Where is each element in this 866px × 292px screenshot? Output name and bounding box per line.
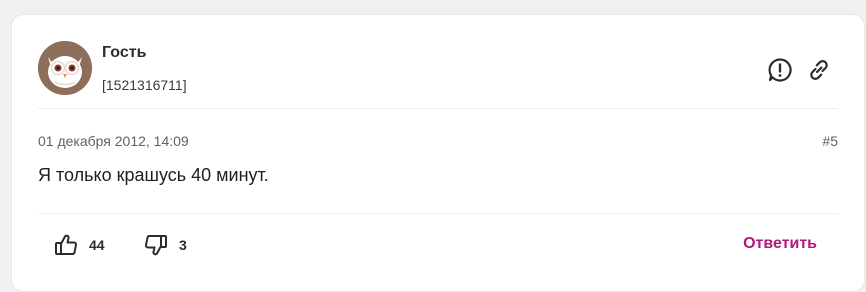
post-number[interactable]: #5 [822, 133, 838, 149]
dislike-button[interactable]: 3 [143, 231, 187, 259]
avatar[interactable] [38, 41, 92, 95]
dislike-count: 3 [179, 237, 187, 253]
comment-card: Гость [1521316711] 01 декабря 2012, 14:0… [11, 14, 865, 292]
thumbs-down-icon [144, 235, 167, 256]
footer-divider [38, 213, 838, 214]
like-count: 44 [89, 237, 105, 253]
owl-avatar-icon [38, 41, 92, 95]
author-name[interactable]: Гость [102, 44, 146, 62]
like-button[interactable]: 44 [53, 231, 105, 259]
reply-button[interactable]: Ответить [743, 235, 817, 253]
exclamation-circle-icon [768, 58, 792, 82]
chain-link-icon [810, 60, 828, 80]
report-button[interactable] [767, 57, 793, 83]
copy-link-button[interactable] [806, 57, 832, 83]
thumbs-up-icon [55, 234, 78, 255]
header-divider [38, 108, 838, 109]
post-text: Я только крашусь 40 минут. [38, 165, 269, 185]
author-id: [1521316711] [102, 77, 187, 93]
post-date: 01 декабря 2012, 14:09 [38, 133, 189, 149]
